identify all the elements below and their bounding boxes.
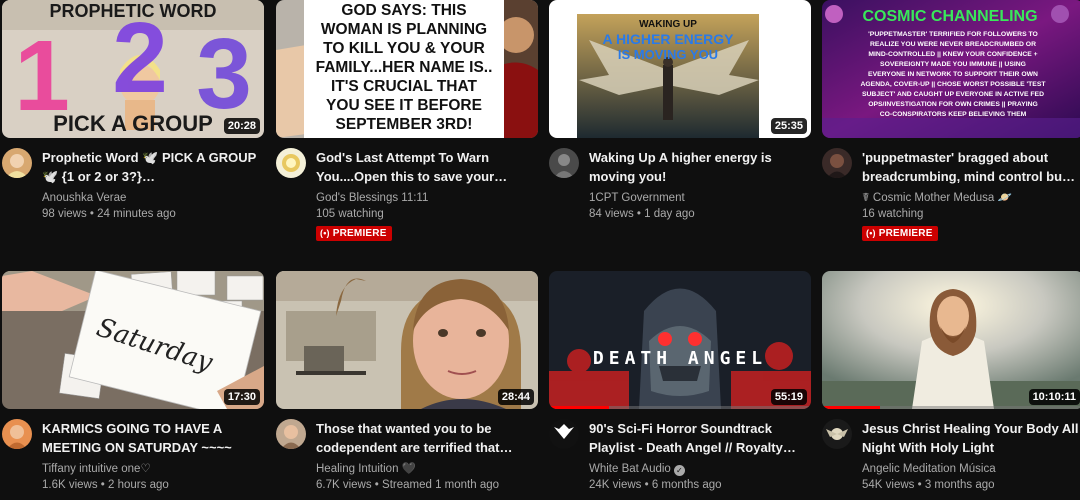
channel-avatar[interactable] <box>276 148 306 178</box>
duration-badge: 55:19 <box>770 389 807 405</box>
video-stats: 84 views • 1 day ago <box>589 208 695 220</box>
video-title[interactable]: Those that wanted you to be codependent … <box>316 419 538 457</box>
channel-avatar[interactable] <box>276 419 306 449</box>
video-title[interactable]: Jesus Christ Healing Your Body All Night… <box>862 419 1080 457</box>
channel-avatar[interactable] <box>549 419 579 449</box>
duration-badge: 25:35 <box>770 118 807 134</box>
video-card[interactable]: 28:44 Those that wanted you to be codepe… <box>276 271 538 500</box>
channel-name[interactable]: God's Blessings 11:11 <box>316 190 538 206</box>
video-thumbnail[interactable]: PROPHETIC WORD 1 2 3 PICK A GROUP 20:28 <box>2 0 264 138</box>
channel-name[interactable]: Angelic Meditation Música <box>862 461 1080 477</box>
thumbnail-image: DEATH ANGEL <box>549 271 811 409</box>
channel-name-text: White Bat Audio <box>589 463 671 475</box>
thumbnail-image: GOD SAYS: THIS WOMAN IS PLANNING TO KILL… <box>276 0 538 138</box>
thumb-text: EVERYONE IN NETWORK TO SUPPORT THEIR OWN <box>868 71 1038 78</box>
verified-check-icon: ✓ <box>673 465 685 476</box>
video-stats: 54K views • 3 months ago <box>862 479 995 491</box>
video-stats: 98 views • 24 minutes ago <box>42 208 176 220</box>
thumbnail-image: COSMIC CHANNELING 'PUPPETMASTER' TERRIFI… <box>822 0 1080 138</box>
video-thumbnail[interactable]: WAKING UP A HIGHER ENERGY IS MOVING YOU … <box>549 0 811 138</box>
thumbnail-image: PROPHETIC WORD 1 2 3 PICK A GROUP <box>2 0 264 138</box>
video-thumbnail[interactable]: 28:44 <box>276 271 538 409</box>
video-thumbnail[interactable]: 10:10:11 <box>822 271 1080 409</box>
thumb-text: WOMAN IS PLANNING <box>321 21 487 38</box>
thumb-text: IT'S CRUCIAL THAT <box>331 78 478 95</box>
thumb-text: FAMILY...HER NAME IS.. <box>316 59 493 76</box>
thumbnail-image <box>276 271 538 409</box>
video-thumbnail[interactable]: COSMIC CHANNELING 'PUPPETMASTER' TERRIFI… <box>822 0 1080 138</box>
video-stats: 16 watching <box>862 208 924 220</box>
channel-avatar[interactable] <box>2 419 32 449</box>
channel-name[interactable]: Anoushka Verae <box>42 190 264 206</box>
video-thumbnail[interactable]: DEATH ANGEL 55:19 <box>549 271 811 409</box>
thumb-text: OPS/INVESTIGATION FOR OWN CRIMES || PRAY… <box>868 101 1038 108</box>
thumb-text: COSMIC CHANNELING <box>862 8 1037 25</box>
thumb-text: 2 <box>112 2 168 114</box>
thumb-text: REALIZE YOU WERE NEVER BREADCRUMBED OR <box>870 41 1036 48</box>
channel-avatar[interactable] <box>822 148 852 178</box>
video-title[interactable]: Waking Up A higher energy is moving you! <box>589 148 811 186</box>
video-title[interactable]: God's Last Attempt To Warn You....Open t… <box>316 148 538 186</box>
video-title[interactable]: KARMICS GOING TO HAVE A MEETING ON SATUR… <box>42 419 264 457</box>
premiere-badge: (•) PREMIERE <box>862 226 938 241</box>
video-card[interactable]: Saturday 17:30 KARMICS GOING TO HAVE A M… <box>2 271 264 500</box>
thumb-text: SOVEREIGNTY MADE YOU IMMUNE || USING <box>880 61 1026 68</box>
thumb-text: WAKING UP <box>639 19 697 30</box>
thumb-text: SUBJECT' AND CAUGHT UP EVERYONE IN ACTIV… <box>862 91 1044 98</box>
channel-avatar[interactable] <box>549 148 579 178</box>
video-title[interactable]: 90's Sci-Fi Horror Soundtrack Playlist -… <box>589 419 811 457</box>
video-stats: 24K views • 6 months ago <box>589 479 722 491</box>
duration-badge: 10:10:11 <box>1028 389 1080 405</box>
video-card[interactable]: WAKING UP A HIGHER ENERGY IS MOVING YOU … <box>549 0 811 238</box>
thumbnail-image: Saturday <box>2 271 264 409</box>
video-thumbnail[interactable]: Saturday 17:30 <box>2 271 264 409</box>
thumb-text: 'PUPPETMASTER' TERRIFIED FOR FOLLOWERS T… <box>868 31 1038 38</box>
premiere-badge: (•) PREMIERE <box>316 226 392 241</box>
video-stats: 1.6K views • 2 hours ago <box>42 479 169 491</box>
duration-badge: 20:28 <box>223 118 260 134</box>
video-stats: 105 watching <box>316 208 384 220</box>
channel-avatar[interactable] <box>2 148 32 178</box>
channel-name[interactable]: Tiffany intuitive one♡ <box>42 461 264 477</box>
thumb-text: SEPTEMBER 3RD! <box>336 116 473 133</box>
video-grid: PROPHETIC WORD 1 2 3 PICK A GROUP 20:28 … <box>0 0 1080 500</box>
premiere-label: PREMIERE <box>878 228 933 239</box>
channel-name[interactable]: ☤ Cosmic Mother Medusa 🪐 <box>862 190 1080 206</box>
duration-badge: 28:44 <box>497 389 534 405</box>
thumb-text: MIND-CONTROLLED || KNEW YOUR CONFIDENCE … <box>868 51 1037 58</box>
thumb-text: GOD SAYS: THIS <box>341 2 466 19</box>
thumb-text: YOU SEE IT BEFORE <box>326 97 482 114</box>
live-broadcast-icon: (•) <box>320 228 330 238</box>
video-thumbnail[interactable]: GOD SAYS: THIS WOMAN IS PLANNING TO KILL… <box>276 0 538 138</box>
channel-name[interactable]: 1CPT Government <box>589 190 811 206</box>
thumbnail-image: WAKING UP A HIGHER ENERGY IS MOVING YOU <box>549 0 811 138</box>
live-broadcast-icon: (•) <box>866 228 876 238</box>
premiere-label: PREMIERE <box>332 228 387 239</box>
video-stats: 6.7K views • Streamed 1 month ago <box>316 479 500 491</box>
channel-avatar[interactable] <box>822 419 852 449</box>
thumb-text: TO KILL YOU & YOUR <box>323 40 485 57</box>
thumb-text: A HIGHER ENERGY <box>603 31 735 47</box>
thumb-text: PICK A GROUP <box>53 111 213 136</box>
video-card[interactable]: COSMIC CHANNELING 'PUPPETMASTER' TERRIFI… <box>822 0 1080 241</box>
thumb-text: AGENDA, COVER-UP || CHOSE WORST POSSIBLE… <box>860 81 1046 88</box>
thumb-text: CO-CONSPIRATORS KEEP BELIEVING THEM <box>880 111 1027 118</box>
thumb-text: IS MOVING YOU <box>618 47 718 62</box>
video-card[interactable]: PROPHETIC WORD 1 2 3 PICK A GROUP 20:28 … <box>2 0 264 238</box>
duration-badge: 17:30 <box>223 389 260 405</box>
video-card[interactable]: GOD SAYS: THIS WOMAN IS PLANNING TO KILL… <box>276 0 538 241</box>
video-card[interactable]: DEATH ANGEL 55:19 90's Sci-Fi Horror Sou… <box>549 271 811 500</box>
channel-name[interactable]: White Bat Audio ✓ <box>589 461 811 477</box>
channel-name[interactable]: Healing Intuition 🖤 <box>316 461 538 477</box>
video-card[interactable]: 10:10:11 Jesus Christ Healing Your Body … <box>822 271 1080 500</box>
video-title[interactable]: 'puppetmaster' bragged about breadcrumbi… <box>862 148 1080 186</box>
thumb-text: DEATH ANGEL <box>593 348 767 369</box>
video-title[interactable]: Prophetic Word 🕊️ PICK A GROUP 🕊️ {1 or … <box>42 148 264 186</box>
